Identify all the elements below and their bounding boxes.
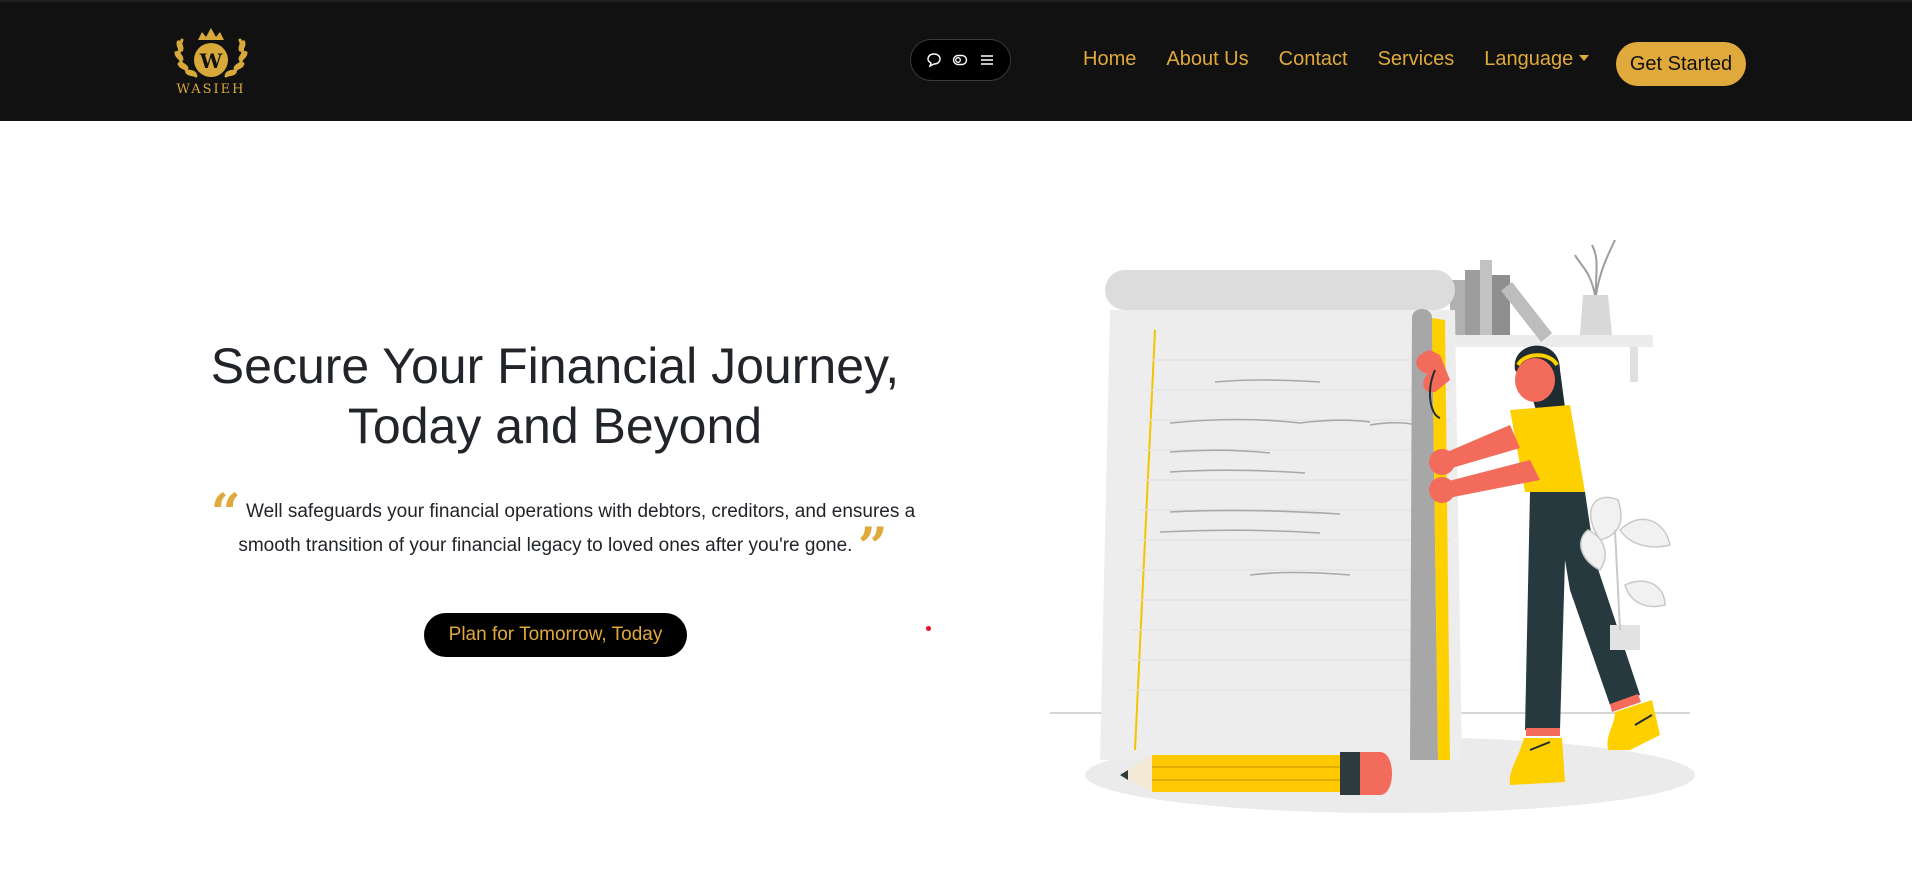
nav-link-contact[interactable]: Contact (1279, 48, 1348, 71)
menu-icon[interactable] (976, 49, 998, 71)
hero-title-line-1: Secure Your Financial Journey, (210, 338, 900, 394)
hero-quote: “ Well safeguards your financial operati… (188, 488, 938, 574)
language-dropdown-label: Language (1484, 48, 1574, 70)
logo-wordmark: WASIEH (176, 82, 246, 97)
nav-link-home[interactable]: Home (1083, 48, 1136, 71)
hero-quote-text: Well safeguards your financial operation… (238, 501, 916, 556)
hero-title-line-2: Today and Beyond (347, 398, 763, 454)
plan-for-tomorrow-button[interactable]: Plan for Tomorrow, Today (424, 613, 687, 657)
caret-down-icon (1579, 54, 1590, 61)
get-started-button[interactable]: Get Started (1616, 42, 1746, 86)
nav-link-about-us[interactable]: About Us (1166, 48, 1248, 71)
hero-illustration (1050, 239, 1695, 813)
svg-text:W: W (199, 49, 223, 73)
nav-link-services[interactable]: Services (1378, 48, 1455, 71)
top-navbar: W WASIEH Home About Us Contact Services … (0, 0, 1912, 121)
accessibility-toolbar (910, 39, 1011, 81)
red-dot-marker (926, 626, 931, 631)
language-dropdown[interactable]: Language (1484, 48, 1590, 71)
wasieh-logo[interactable]: W WASIEH (168, 22, 254, 102)
open-quote-icon: “ (210, 483, 241, 544)
laurel-crest-icon: W (174, 28, 248, 78)
main-nav: Home About Us Contact Services Language (1083, 48, 1619, 71)
speech-bubble-icon[interactable] (923, 49, 945, 71)
hero-title: Secure Your Financial Journey, Today and… (180, 336, 930, 456)
accessibility-toggle-icon[interactable] (949, 49, 971, 71)
close-quote-icon: ” (857, 517, 888, 578)
